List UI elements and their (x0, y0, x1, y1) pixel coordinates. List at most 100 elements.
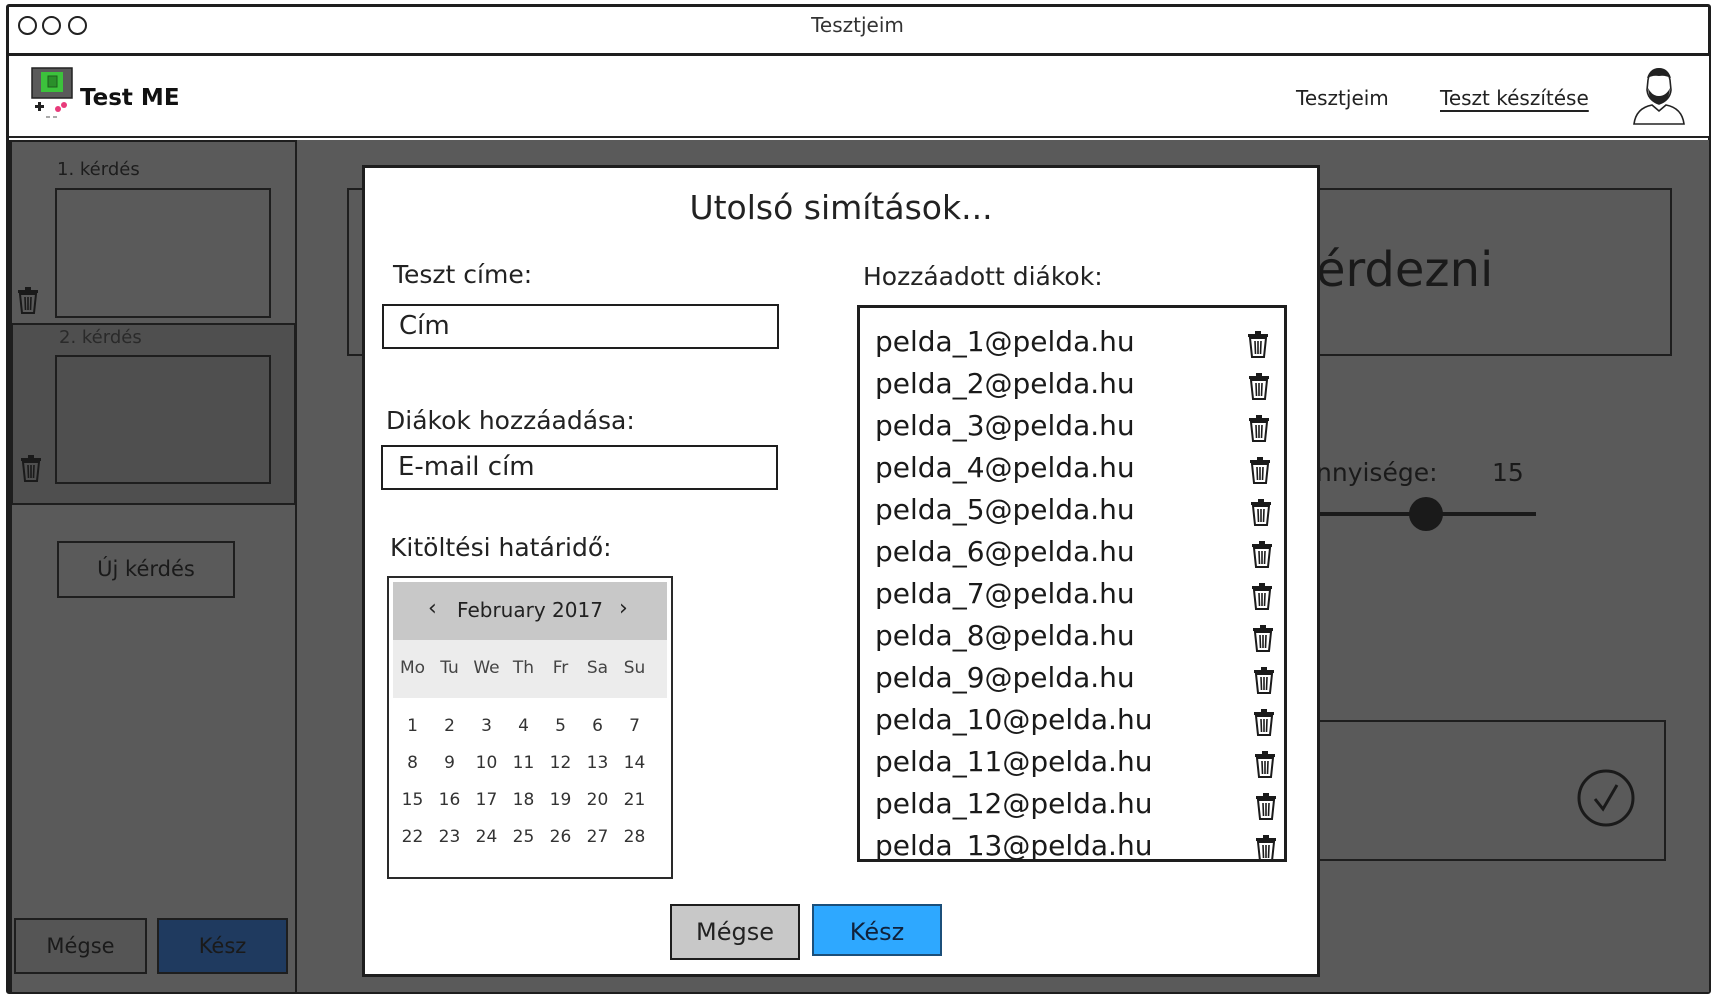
question-2-label: 2. kérdés (59, 327, 142, 348)
calendar-weekday: Fr (552, 658, 569, 678)
sidebar-done-button[interactable]: Kész (157, 918, 288, 974)
calendar-weekday: Th (512, 658, 535, 678)
student-row: pelda_5@pelda.hu (875, 493, 1275, 535)
amount-label: nnyisége: (1316, 458, 1438, 487)
calendar-day[interactable]: 16 (431, 790, 468, 810)
student-email: pelda_5@pelda.hu (875, 493, 1135, 526)
trash-icon[interactable] (1255, 792, 1277, 820)
student-email: pelda_13@pelda.hu (875, 829, 1153, 862)
student-email: pelda_1@pelda.hu (875, 325, 1135, 358)
amount-slider-knob[interactable] (1409, 497, 1443, 531)
calendar-day[interactable]: 28 (616, 827, 653, 847)
trash-icon[interactable] (1253, 666, 1275, 694)
window-title: Tesztjeim (811, 13, 904, 37)
new-question-button[interactable]: Új kérdés (57, 541, 235, 598)
trash-icon[interactable] (16, 286, 40, 314)
student-row: pelda_11@pelda.hu (875, 745, 1275, 787)
calendar-day[interactable]: 10 (468, 753, 505, 773)
student-email: pelda_11@pelda.hu (875, 745, 1153, 778)
trash-icon[interactable] (1248, 414, 1270, 442)
calendar-day[interactable]: 27 (579, 827, 616, 847)
calendar-weekday: Su (623, 658, 646, 678)
trash-icon[interactable] (1252, 624, 1274, 652)
calendar-day[interactable]: 9 (431, 753, 468, 773)
calendar-weekday: Mo (399, 658, 426, 678)
student-row: pelda_4@pelda.hu (875, 451, 1275, 493)
trash-icon[interactable] (1251, 540, 1273, 568)
student-email: pelda_9@pelda.hu (875, 661, 1135, 694)
question-2-thumbnail[interactable] (55, 355, 271, 484)
amount-value: 15 (1492, 458, 1524, 487)
calendar-day[interactable]: 18 (505, 790, 542, 810)
chevron-right-icon[interactable]: › (619, 596, 628, 621)
student-row: pelda_1@pelda.hu (875, 325, 1275, 367)
trash-icon[interactable] (1253, 708, 1275, 736)
sidebar-cancel-button[interactable]: Mégse (14, 918, 147, 974)
student-email: pelda_10@pelda.hu (875, 703, 1153, 736)
test-title-label: Teszt címe: (393, 260, 533, 289)
calendar-day[interactable]: 11 (505, 753, 542, 773)
calendar-day[interactable]: 4 (505, 716, 542, 736)
trash-icon[interactable] (1250, 498, 1272, 526)
student-row: pelda_7@pelda.hu (875, 577, 1275, 619)
calendar-day[interactable]: 15 (394, 790, 431, 810)
calendar-day[interactable]: 5 (542, 716, 579, 736)
calendar-day[interactable]: 8 (394, 753, 431, 773)
trash-icon[interactable] (1251, 582, 1273, 610)
calendar-weekday: Sa (586, 658, 609, 678)
calendar-day[interactable]: 7 (616, 716, 653, 736)
calendar-day[interactable]: 24 (468, 827, 505, 847)
nav-create-test[interactable]: Teszt készítése (1440, 86, 1589, 110)
calendar-day[interactable]: 21 (616, 790, 653, 810)
trash-icon[interactable] (1247, 330, 1269, 358)
trash-icon[interactable] (1248, 372, 1270, 400)
added-students-list[interactable]: pelda_1@pelda.hu pelda_2@pelda.hu pelda_3@… (857, 305, 1287, 862)
check-circle-icon[interactable] (1576, 768, 1636, 828)
added-students-label: Hozzáadott diákok: (863, 262, 1103, 291)
question-1-thumbnail[interactable] (55, 188, 271, 318)
student-email: pelda_7@pelda.hu (875, 577, 1135, 610)
calendar-day[interactable]: 2 (431, 716, 468, 736)
calendar-day[interactable]: 26 (542, 827, 579, 847)
calendar-day[interactable]: 12 (542, 753, 579, 773)
modal-done-button[interactable]: Kész (812, 904, 942, 956)
student-row: pelda_6@pelda.hu (875, 535, 1275, 577)
calendar-day[interactable]: 19 (542, 790, 579, 810)
student-row: pelda_3@pelda.hu (875, 409, 1275, 451)
calendar-day[interactable]: 17 (468, 790, 505, 810)
student-row: pelda_9@pelda.hu (875, 661, 1275, 703)
trash-icon[interactable] (1249, 456, 1271, 484)
avatar-icon[interactable] (1630, 66, 1688, 126)
student-row: pelda_13@pelda.hu (875, 829, 1277, 862)
calendar-weekday: We (473, 658, 500, 678)
student-row: pelda_2@pelda.hu (875, 367, 1275, 409)
question-text-fragment: érdezni (1316, 242, 1494, 298)
modal-cancel-button[interactable]: Mégse (670, 904, 800, 960)
calendar-day[interactable]: 23 (431, 827, 468, 847)
student-email: pelda_12@pelda.hu (875, 787, 1153, 820)
trash-icon[interactable] (1254, 750, 1276, 778)
calendar-day[interactable]: 25 (505, 827, 542, 847)
calendar-day[interactable]: 6 (579, 716, 616, 736)
logo-icon[interactable] (31, 67, 77, 123)
question-1-label: 1. kérdés (57, 159, 140, 180)
student-email: pelda_2@pelda.hu (875, 367, 1135, 400)
student-email-input[interactable]: E-mail cím (381, 445, 778, 490)
calendar-day[interactable]: 22 (394, 827, 431, 847)
trash-icon[interactable] (1255, 834, 1277, 859)
modal-title: Utolsó simítások... (689, 188, 993, 227)
student-email: pelda_4@pelda.hu (875, 451, 1135, 484)
student-row: pelda_8@pelda.hu (875, 619, 1275, 661)
calendar-day[interactable]: 13 (579, 753, 616, 773)
nav-my-tests[interactable]: Tesztjeim (1296, 86, 1389, 110)
calendar-day[interactable]: 3 (468, 716, 505, 736)
trash-icon[interactable] (19, 454, 43, 482)
student-email: pelda_3@pelda.hu (875, 409, 1135, 442)
calendar-day[interactable]: 14 (616, 753, 653, 773)
deadline-label: Kitöltési határidő: (390, 533, 612, 562)
test-title-input[interactable]: Cím (382, 304, 779, 349)
calendar-day[interactable]: 1 (394, 716, 431, 736)
calendar-day[interactable]: 20 (579, 790, 616, 810)
app-name: Test ME (80, 85, 180, 111)
add-students-label: Diákok hozzáadása: (386, 406, 635, 435)
